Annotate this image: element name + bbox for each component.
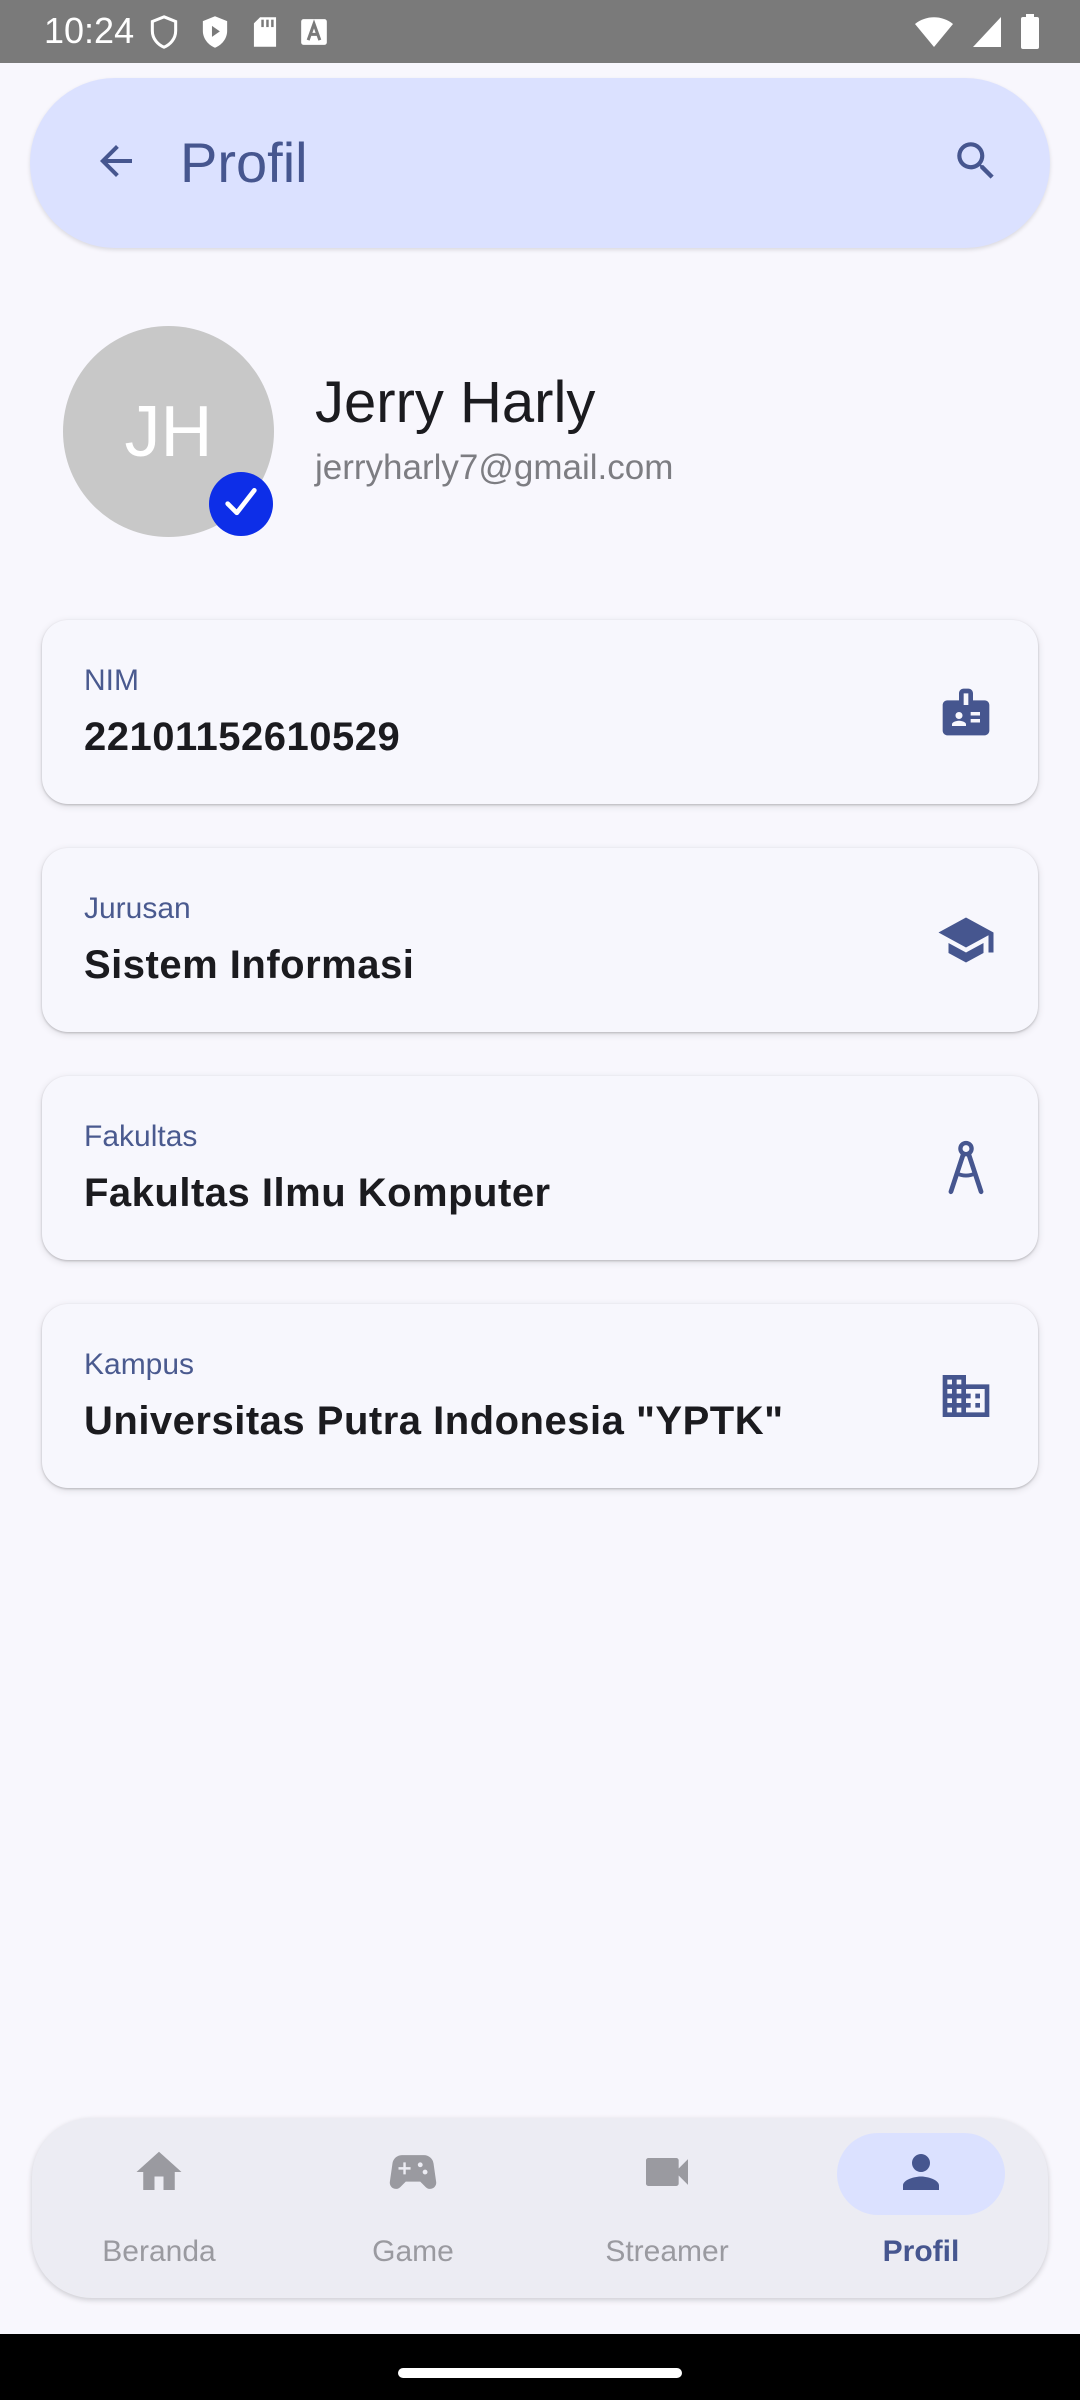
- compass-icon: [936, 1138, 996, 1198]
- search-button[interactable]: [936, 123, 1016, 203]
- text-icon: [300, 18, 328, 46]
- status-system-icons: [914, 12, 1040, 52]
- shield-icon: [150, 15, 178, 49]
- card-kampus[interactable]: Kampus Universitas Putra Indonesia "YPTK…: [42, 1304, 1038, 1488]
- card-fakultas[interactable]: Fakultas Fakultas Ilmu Komputer: [42, 1076, 1038, 1260]
- avatar-initials: JH: [124, 391, 213, 472]
- nav-item-profil[interactable]: Profil: [794, 2133, 1048, 2283]
- play-protect-icon: [200, 15, 230, 49]
- signal-icon: [972, 16, 1002, 48]
- card-label: Kampus: [84, 1348, 195, 1381]
- card-jurusan[interactable]: Jurusan Sistem Informasi: [42, 848, 1038, 1032]
- card-nim[interactable]: NIM 22101152610529: [42, 620, 1038, 804]
- videocam-icon: [639, 2144, 695, 2205]
- home-indicator[interactable]: [398, 2368, 682, 2378]
- badge-icon: [936, 682, 996, 742]
- nav-label: Beranda: [102, 2235, 216, 2268]
- graduation-cap-icon: [936, 910, 996, 970]
- sd-card-icon: [252, 16, 278, 48]
- verified-badge: [209, 472, 273, 536]
- building-icon: [936, 1366, 996, 1426]
- card-label: NIM: [84, 664, 139, 697]
- user-email: jerryharly7@gmail.com: [315, 448, 674, 487]
- status-time: 10:24: [44, 10, 135, 51]
- wifi-icon: [914, 16, 954, 48]
- gamepad-icon: [384, 2143, 442, 2206]
- card-value: Fakultas Ilmu Komputer: [84, 1171, 551, 1215]
- back-button[interactable]: [76, 123, 156, 203]
- nav-label: Streamer: [605, 2235, 729, 2268]
- bottom-navigation: Beranda Game Streamer Profil: [32, 2118, 1048, 2298]
- nav-indicator: [583, 2133, 751, 2215]
- card-label: Fakultas: [84, 1120, 198, 1153]
- nav-indicator: [75, 2133, 243, 2215]
- check-icon: [221, 482, 261, 527]
- status-notification-icons: [150, 12, 328, 52]
- status-bar: 10:24: [0, 0, 1080, 63]
- nav-item-streamer[interactable]: Streamer: [540, 2133, 794, 2283]
- card-value: 22101152610529: [84, 715, 401, 759]
- nav-label: Profil: [882, 2235, 960, 2268]
- top-app-bar: Profil: [30, 78, 1050, 248]
- nav-item-beranda[interactable]: Beranda: [32, 2133, 286, 2283]
- system-navigation-bar: [0, 2334, 1080, 2400]
- nav-indicator-active: [837, 2133, 1005, 2215]
- nav-indicator: [329, 2133, 497, 2215]
- battery-icon: [1020, 14, 1040, 50]
- card-value: Universitas Putra Indonesia "YPTK": [84, 1399, 784, 1443]
- card-value: Sistem Informasi: [84, 943, 415, 987]
- arrow-back-icon: [92, 137, 140, 190]
- user-name: Jerry Harly: [315, 370, 596, 435]
- search-icon: [951, 136, 1001, 191]
- nav-label: Game: [372, 2235, 454, 2268]
- page-title: Profil: [180, 131, 308, 194]
- nav-item-game[interactable]: Game: [286, 2133, 540, 2283]
- home-icon: [132, 2145, 186, 2204]
- person-icon: [894, 2145, 948, 2204]
- card-label: Jurusan: [84, 892, 191, 925]
